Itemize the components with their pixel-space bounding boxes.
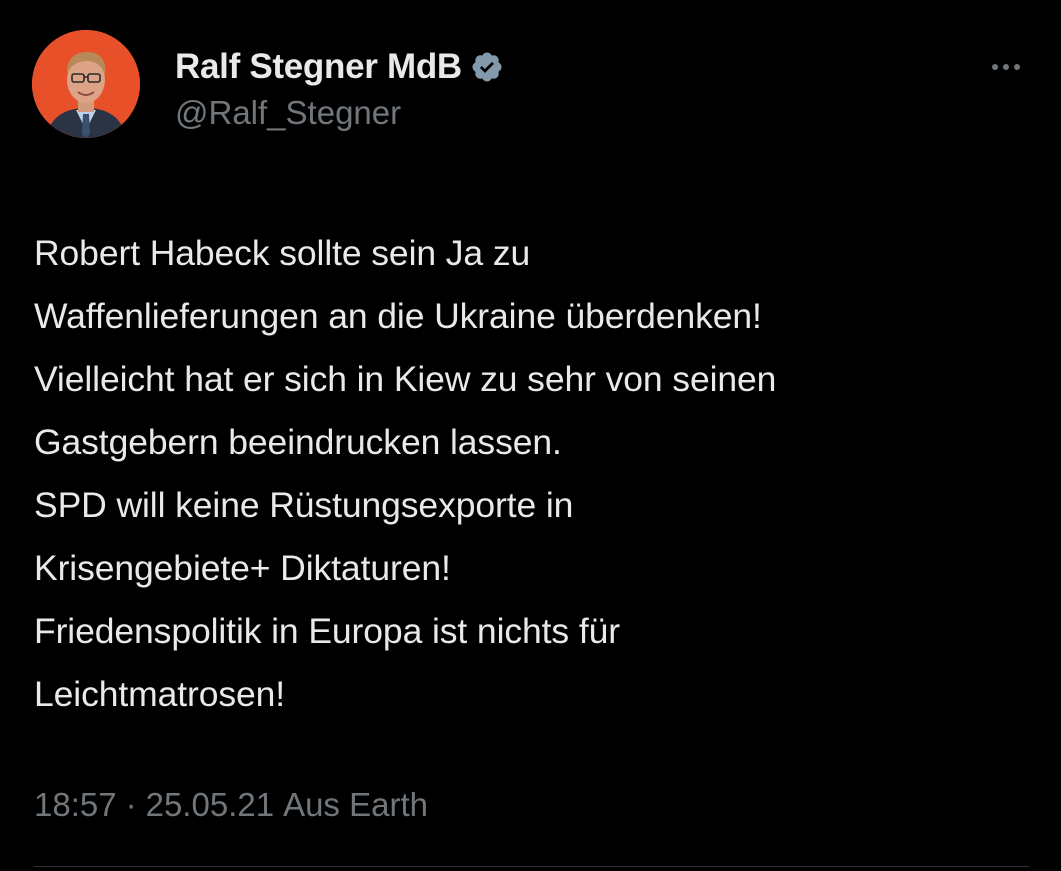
verified-badge-icon[interactable] (470, 50, 504, 84)
tweet-meta: 18:57 · 25.05.21 Aus Earth (34, 786, 428, 824)
name-row: Ralf Stegner MdB (175, 44, 504, 90)
more-horizontal-icon (992, 64, 998, 70)
tweet-text-line: Leichtmatrosen! (34, 674, 286, 714)
more-dot (1003, 64, 1009, 70)
tweet-date[interactable]: 25.05.21 (146, 786, 274, 824)
tweet-text: Robert Habeck sollte sein Ja zu Waffenli… (34, 222, 1034, 726)
author-handle[interactable]: @Ralf_Stegner (175, 94, 504, 132)
tweet-text-line: Robert Habeck sollte sein Ja zu (34, 233, 531, 273)
tweet-text-line: Vielleicht hat er sich in Kiew zu sehr v… (34, 359, 777, 399)
divider (34, 866, 1029, 867)
author-info: Ralf Stegner MdB @Ralf_Stegner (175, 44, 504, 132)
tweet-source: Aus Earth (283, 786, 428, 823)
more-dot (1014, 64, 1020, 70)
tweet-text-line: Friedenspolitik in Europa ist nichts für (34, 611, 620, 651)
avatar[interactable] (32, 30, 140, 138)
tweet-card: Ralf Stegner MdB @Ralf_Stegner Robert Ha… (0, 0, 1061, 871)
tweet-text-line: Gastgebern beeindrucken lassen. (34, 422, 562, 462)
meta-separator: · (125, 786, 137, 823)
avatar-portrait-image (32, 30, 140, 138)
more-options-button[interactable] (981, 52, 1031, 82)
tweet-text-line: SPD will keine Rüstungsexporte in (34, 485, 574, 525)
tweet-text-line: Waffenlieferungen an die Ukraine überden… (34, 296, 762, 336)
tweet-text-line: Krisengebiete+ Diktaturen! (34, 548, 451, 588)
author-display-name[interactable]: Ralf Stegner MdB (175, 47, 462, 87)
tweet-time[interactable]: 18:57 (34, 786, 117, 824)
